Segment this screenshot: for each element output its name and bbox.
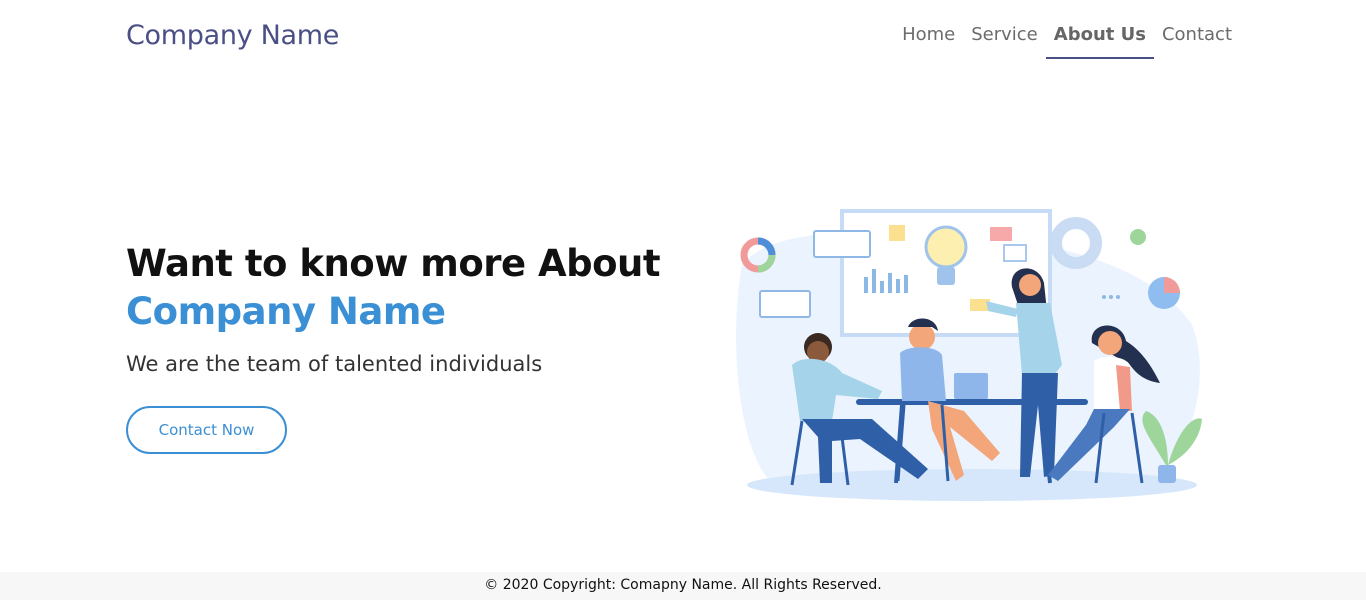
team-meeting-illustration — [736, 209, 1202, 501]
main-nav: Home Service About Us Contact — [894, 22, 1240, 59]
nav-home[interactable]: Home — [894, 22, 963, 59]
hero-title: Want to know more About Company Name — [126, 240, 661, 336]
nav-about-us[interactable]: About Us — [1045, 22, 1154, 59]
nav-contact[interactable]: Contact — [1154, 22, 1240, 59]
hero-title-company: Company Name — [126, 290, 446, 333]
brand-logo[interactable]: Company Name — [126, 20, 339, 51]
nav-service[interactable]: Service — [963, 22, 1046, 59]
hero-tagline: We are the team of talented individuals — [126, 352, 543, 376]
hero-title-line1: Want to know more About — [126, 242, 661, 285]
footer: © 2020 Copyright: Comapny Name. All Righ… — [0, 572, 1366, 600]
contact-now-button[interactable]: Contact Now — [126, 406, 287, 454]
